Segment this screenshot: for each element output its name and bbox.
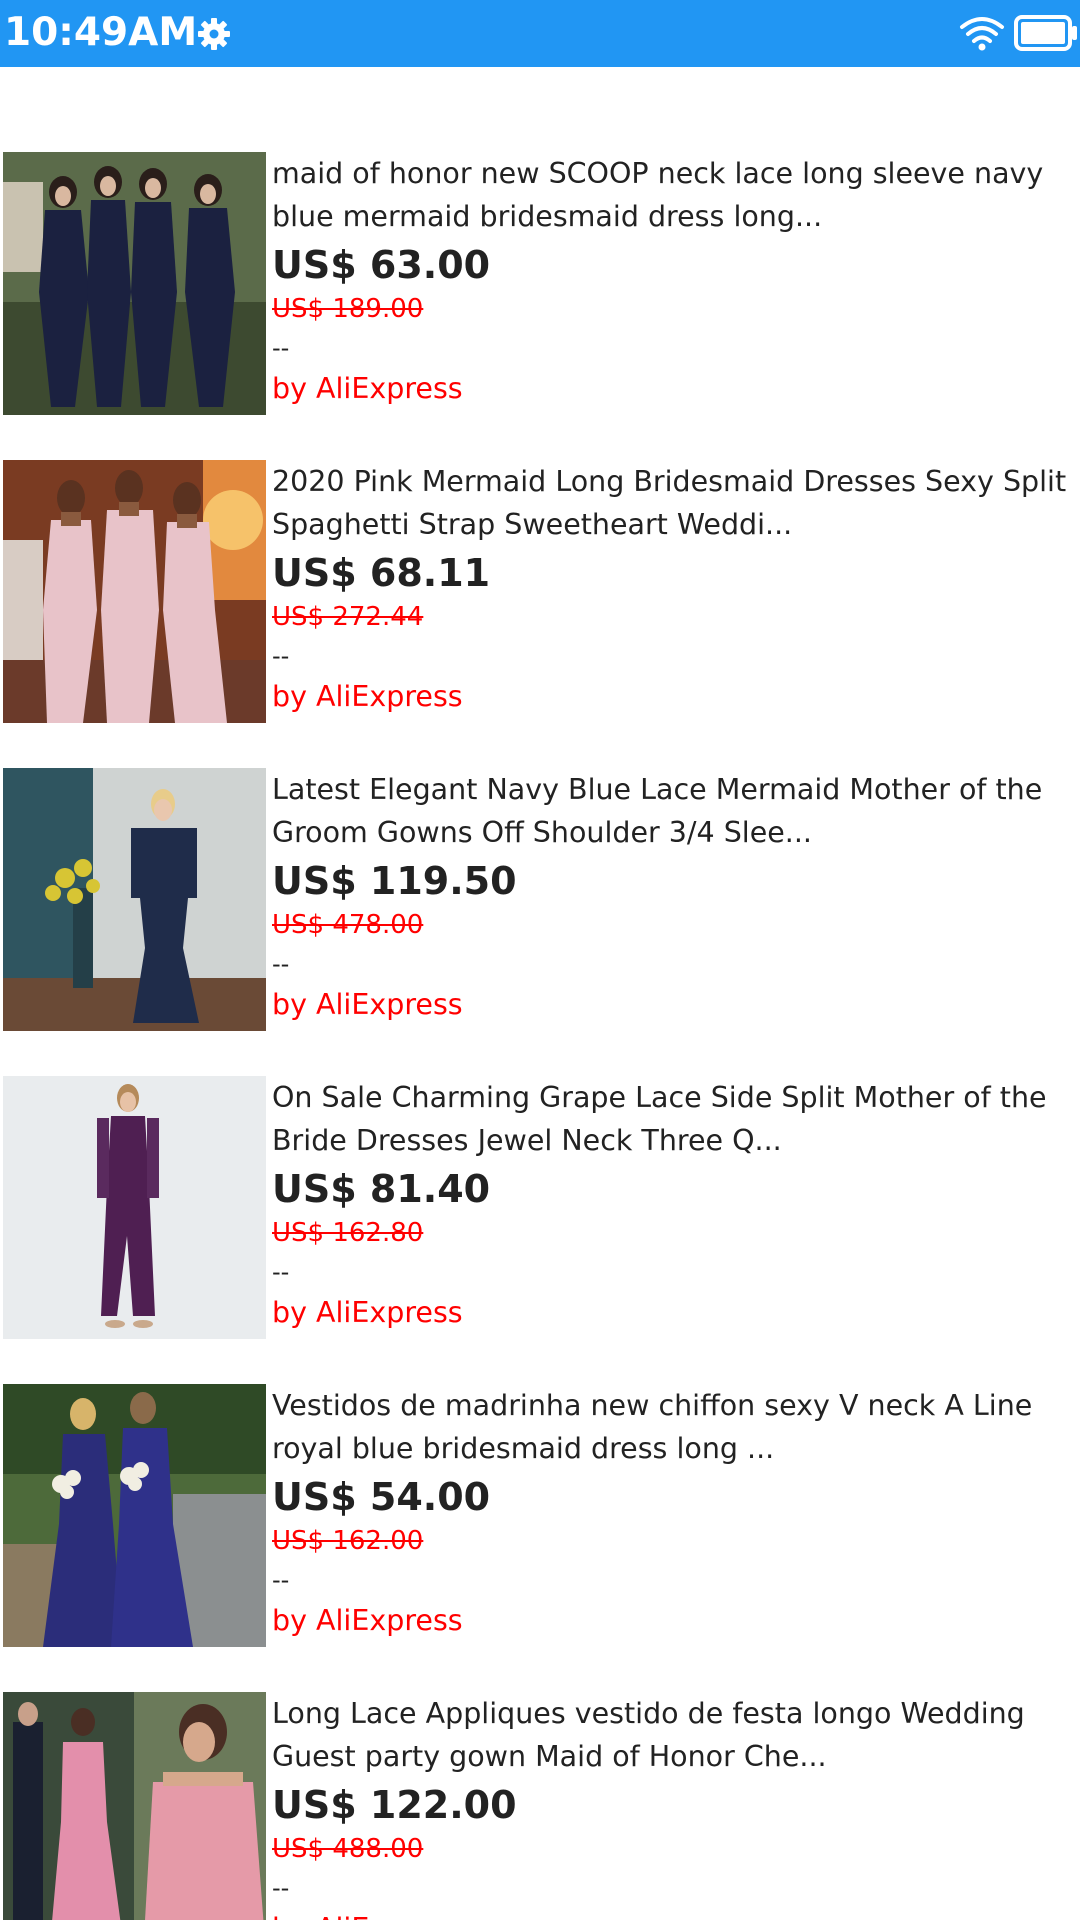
product-title[interactable]: 2020 Pink Mermaid Long Bridesmaid Dresse… bbox=[272, 460, 1072, 546]
product-price: US$ 54.00 bbox=[272, 1475, 491, 1519]
product-thumbnail[interactable] bbox=[3, 1384, 266, 1647]
product-rating: -- bbox=[272, 1566, 290, 1594]
product-seller[interactable]: by AliExpress bbox=[272, 368, 1072, 410]
product-thumbnail[interactable] bbox=[3, 1076, 266, 1339]
product-original-price: US$ 478.00 bbox=[272, 910, 424, 940]
product-price: US$ 119.50 bbox=[272, 859, 517, 903]
product-price: US$ 63.00 bbox=[272, 243, 491, 287]
product-rating: -- bbox=[272, 642, 290, 670]
product-title[interactable]: Latest Elegant Navy Blue Lace Mermaid Mo… bbox=[272, 768, 1072, 854]
product-price: US$ 81.40 bbox=[272, 1167, 491, 1211]
product-item[interactable]: Latest Elegant Navy Blue Lace Mermaid Mo… bbox=[0, 768, 1080, 1076]
product-seller[interactable]: by AliExpress bbox=[272, 1600, 1072, 1642]
battery-icon bbox=[1014, 15, 1077, 51]
product-thumbnail[interactable] bbox=[3, 152, 266, 415]
product-title[interactable]: Vestidos de madrinha new chiffon sexy V … bbox=[272, 1384, 1072, 1470]
product-item[interactable]: Long Lace Appliques vestido de festa lon… bbox=[0, 1692, 1080, 1920]
product-original-price: US$ 272.44 bbox=[272, 602, 424, 632]
product-price: US$ 68.11 bbox=[272, 551, 491, 595]
product-item[interactable]: maid of honor new SCOOP neck lace long s… bbox=[0, 152, 1080, 460]
product-rating: -- bbox=[272, 334, 290, 362]
product-item[interactable]: On Sale Charming Grape Lace Side Split M… bbox=[0, 1076, 1080, 1384]
product-original-price: US$ 162.00 bbox=[272, 1526, 424, 1556]
product-thumbnail[interactable] bbox=[3, 460, 266, 723]
product-thumbnail[interactable] bbox=[3, 768, 266, 1031]
wifi-icon bbox=[960, 17, 1004, 51]
gear-icon bbox=[198, 18, 230, 50]
product-original-price: US$ 162.80 bbox=[272, 1218, 424, 1248]
product-title[interactable]: maid of honor new SCOOP neck lace long s… bbox=[272, 152, 1072, 238]
product-seller[interactable]: by AliExpress bbox=[272, 676, 1072, 718]
product-seller[interactable]: by AliExpress bbox=[272, 1908, 1072, 1920]
product-title[interactable]: On Sale Charming Grape Lace Side Split M… bbox=[272, 1076, 1072, 1162]
product-thumbnail[interactable] bbox=[3, 1692, 266, 1920]
product-item[interactable]: 2020 Pink Mermaid Long Bridesmaid Dresse… bbox=[0, 460, 1080, 768]
product-rating: -- bbox=[272, 1258, 290, 1286]
product-rating: -- bbox=[272, 950, 290, 978]
product-original-price: US$ 189.00 bbox=[272, 294, 424, 324]
product-seller[interactable]: by AliExpress bbox=[272, 984, 1072, 1026]
product-title[interactable]: Long Lace Appliques vestido de festa lon… bbox=[272, 1692, 1072, 1778]
product-price: US$ 122.00 bbox=[272, 1783, 517, 1827]
product-list[interactable]: maid of honor new SCOOP neck lace long s… bbox=[0, 67, 1080, 1920]
product-original-price: US$ 488.00 bbox=[272, 1834, 424, 1864]
status-time: 10:49AM bbox=[4, 10, 198, 55]
status-bar: 10:49AM bbox=[0, 0, 1080, 67]
product-item[interactable]: Vestidos de madrinha new chiffon sexy V … bbox=[0, 1384, 1080, 1692]
product-seller[interactable]: by AliExpress bbox=[272, 1292, 1072, 1334]
product-rating: -- bbox=[272, 1874, 290, 1902]
